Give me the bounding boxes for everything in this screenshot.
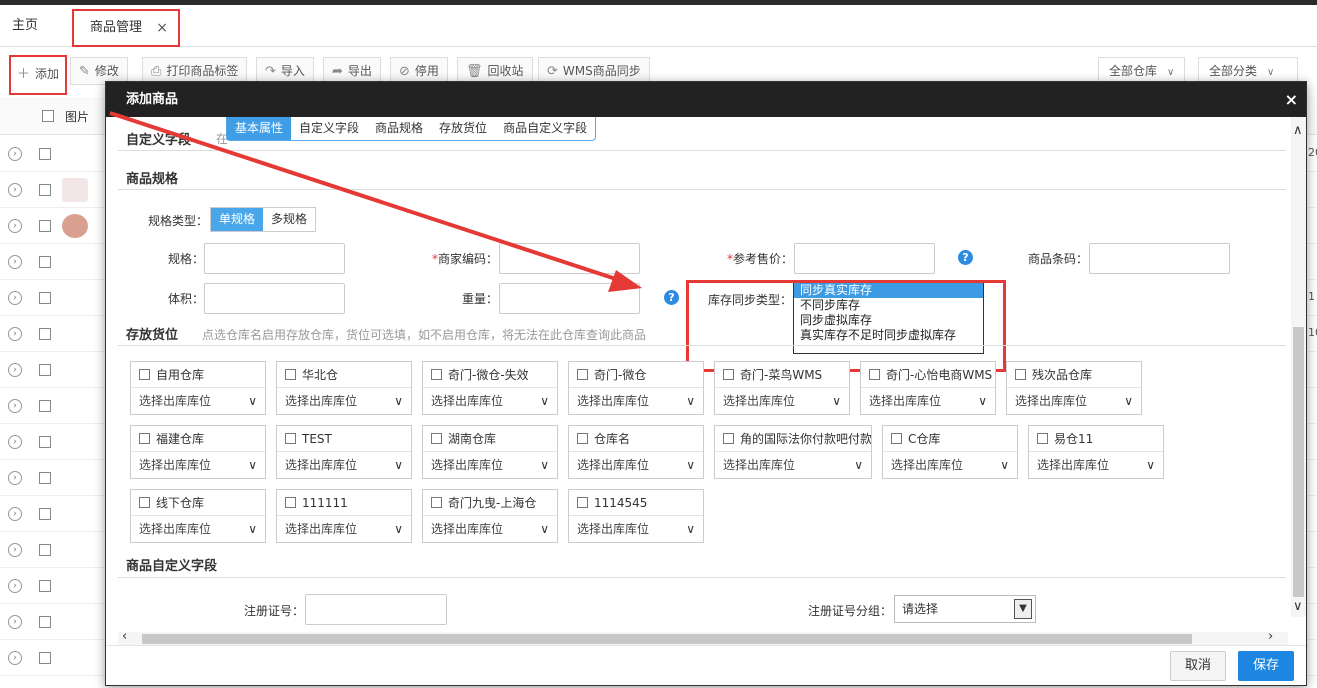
arrow-head [608, 270, 642, 292]
arrow-line [109, 111, 626, 284]
annotation-arrow [109, 111, 642, 292]
